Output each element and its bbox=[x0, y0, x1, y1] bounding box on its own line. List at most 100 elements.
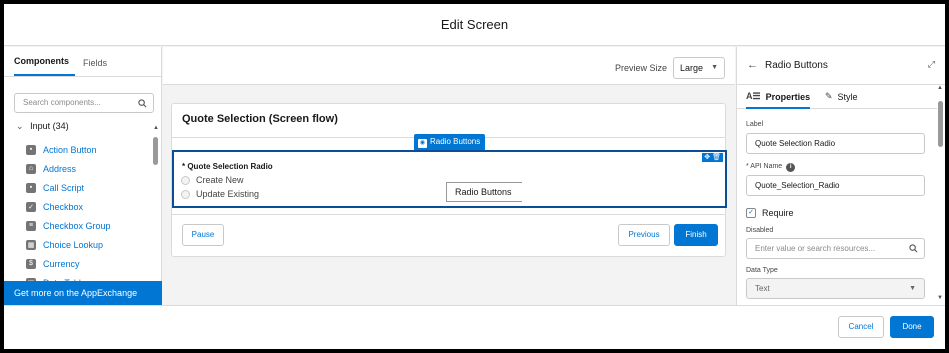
component-choice-lookup[interactable]: ▦ Choice Lookup bbox=[26, 235, 146, 254]
right-scrollbar[interactable]: ▲ ▼ bbox=[937, 85, 943, 301]
label-caption: Label bbox=[746, 121, 764, 128]
require-label: Require bbox=[762, 208, 794, 218]
preview-size-label: Preview Size bbox=[614, 63, 667, 73]
action-button-icon: ▪ bbox=[26, 144, 36, 155]
properties-icon: A☰ bbox=[746, 91, 761, 101]
tab-components[interactable]: Components bbox=[14, 56, 75, 76]
radio-option-label: Update Existing bbox=[196, 189, 260, 199]
tab-properties[interactable]: A☰ Properties bbox=[746, 91, 811, 109]
search-icon bbox=[909, 241, 918, 260]
api-name-input[interactable]: Quote_Selection_Radio bbox=[746, 175, 925, 196]
selected-radio-component[interactable]: ✥ 🗑 * Quote Selection Radio Create New U… bbox=[172, 150, 727, 208]
address-icon: ⌂ bbox=[26, 163, 36, 174]
api-name-caption-text: * API Name bbox=[746, 163, 783, 170]
input-group-label: Input (34) bbox=[30, 121, 69, 131]
component-label: Checkbox Group bbox=[43, 220, 111, 231]
pause-button[interactable]: Pause bbox=[182, 224, 224, 246]
component-label: Address bbox=[43, 163, 77, 174]
label-input[interactable]: Quote Selection Radio bbox=[746, 133, 925, 154]
decorative-edge bbox=[0, 322, 4, 353]
search-components-input[interactable]: Search components... bbox=[14, 93, 154, 113]
disabled-placeholder: Enter value or search resources... bbox=[755, 244, 876, 253]
input-group-header[interactable]: ⌄ Input (34) bbox=[16, 121, 69, 132]
radio-option-update-existing[interactable]: Update Existing bbox=[181, 189, 259, 199]
component-hover-tooltip: Radio Buttons bbox=[446, 182, 522, 202]
scroll-up-icon: ▲ bbox=[937, 85, 943, 91]
component-label: Currency bbox=[43, 258, 80, 269]
modal-footer: Cancel Done bbox=[4, 305, 945, 349]
components-panel: Components Fields Search components... ⌄… bbox=[4, 47, 162, 317]
properties-panel: ← Radio Buttons ⤢ A☰ Properties ✎ Style La… bbox=[736, 47, 945, 305]
properties-tabs: A☰ Properties ✎ Style bbox=[737, 85, 937, 109]
info-icon[interactable]: i bbox=[786, 163, 796, 172]
component-tag-label: Radio Buttons bbox=[430, 137, 481, 146]
require-checkbox[interactable]: ✓ Require bbox=[746, 208, 794, 218]
expand-icon[interactable]: ⤢ bbox=[928, 59, 935, 70]
data-type-select[interactable]: Text ▼ bbox=[746, 278, 925, 299]
component-checkbox-group[interactable]: ≡ Checkbox Group bbox=[26, 216, 146, 235]
api-name-caption: * API Name i bbox=[746, 163, 796, 172]
search-icon bbox=[138, 97, 147, 115]
checkmark-icon[interactable]: ✓ bbox=[746, 208, 756, 218]
screen-canvas: Preview Size Large ▼ Quote Selection (Sc… bbox=[163, 47, 735, 305]
component-currency[interactable]: $ Currency bbox=[26, 254, 146, 273]
modal-header: Edit Screen bbox=[4, 4, 945, 46]
component-tools[interactable]: ✥ 🗑 bbox=[702, 153, 723, 162]
component-call-script[interactable]: ▪ Call Script bbox=[26, 178, 146, 197]
component-label: Checkbox bbox=[43, 201, 84, 212]
choice-lookup-icon: ▦ bbox=[26, 239, 36, 250]
radio-option-create-new[interactable]: Create New bbox=[181, 175, 244, 185]
move-icon[interactable]: ✥ bbox=[704, 154, 710, 161]
cancel-button[interactable]: Cancel bbox=[838, 316, 884, 338]
properties-title: Radio Buttons bbox=[765, 60, 828, 71]
back-arrow-icon[interactable]: ← bbox=[747, 59, 758, 71]
radio-field-label: * Quote Selection Radio bbox=[182, 162, 273, 171]
component-list: ▪ Action Button ⌂ Address ▪ Call Script ✓ Ch… bbox=[26, 140, 146, 292]
edit-screen-modal: Edit Screen Components Fields Search com… bbox=[4, 4, 945, 349]
component-type-tag: ◉ Radio Buttons bbox=[414, 134, 486, 150]
modal-title: Edit Screen bbox=[440, 17, 509, 32]
call-script-icon: ▪ bbox=[26, 182, 36, 193]
screen-title: Quote Selection (Screen flow) bbox=[182, 113, 338, 125]
checkbox-group-icon: ≡ bbox=[26, 220, 36, 231]
radio-buttons-icon: ◉ bbox=[418, 139, 427, 148]
previous-button[interactable]: Previous bbox=[618, 224, 670, 246]
finish-button[interactable]: Finish bbox=[674, 224, 718, 246]
radio-option-label: Create New bbox=[196, 175, 244, 185]
done-button[interactable]: Done bbox=[890, 316, 934, 338]
properties-header: ← Radio Buttons ⤢ bbox=[737, 47, 945, 85]
currency-icon: $ bbox=[26, 258, 36, 269]
brush-icon: ✎ bbox=[825, 91, 833, 101]
component-label: Action Button bbox=[43, 144, 97, 155]
tab-style[interactable]: ✎ Style bbox=[825, 91, 858, 102]
chevron-down-icon: ⌄ bbox=[16, 121, 24, 131]
component-action-button[interactable]: ▪ Action Button bbox=[26, 140, 146, 159]
disabled-caption: Disabled bbox=[746, 227, 774, 234]
appexchange-link[interactable]: Get more on the AppExchange bbox=[4, 281, 162, 305]
divider bbox=[172, 214, 725, 215]
tab-label: Properties bbox=[765, 91, 811, 102]
disabled-resource-input[interactable]: Enter value or search resources... bbox=[746, 238, 925, 259]
chevron-down-icon: ▼ bbox=[909, 285, 916, 292]
canvas-toolbar: Preview Size Large ▼ bbox=[163, 47, 735, 85]
checkbox-icon: ✓ bbox=[26, 201, 36, 212]
preview-size-value: Large bbox=[680, 63, 704, 73]
tab-label: Style bbox=[837, 91, 858, 102]
component-checkbox[interactable]: ✓ Checkbox bbox=[26, 197, 146, 216]
data-type-caption: Data Type bbox=[746, 267, 778, 274]
scroll-down-icon: ▼ bbox=[937, 295, 943, 301]
radio-circle[interactable] bbox=[181, 189, 190, 199]
scroll-thumb[interactable] bbox=[938, 101, 943, 147]
radio-circle[interactable] bbox=[181, 175, 190, 185]
delete-icon[interactable]: 🗑 bbox=[712, 154, 721, 161]
component-address[interactable]: ⌂ Address bbox=[26, 159, 146, 178]
data-type-value: Text bbox=[755, 284, 770, 293]
scroll-up-icon: ▲ bbox=[153, 125, 159, 131]
component-label: Choice Lookup bbox=[43, 239, 104, 250]
preview-size-select[interactable]: Large ▼ bbox=[673, 57, 725, 79]
chevron-down-icon: ▼ bbox=[711, 64, 718, 71]
tab-fields[interactable]: Fields bbox=[83, 58, 113, 76]
preview-size: Preview Size Large ▼ bbox=[615, 57, 725, 79]
scroll-thumb[interactable] bbox=[153, 137, 158, 165]
screen-preview-card: Quote Selection (Screen flow) ◉ Radio But… bbox=[171, 103, 727, 257]
